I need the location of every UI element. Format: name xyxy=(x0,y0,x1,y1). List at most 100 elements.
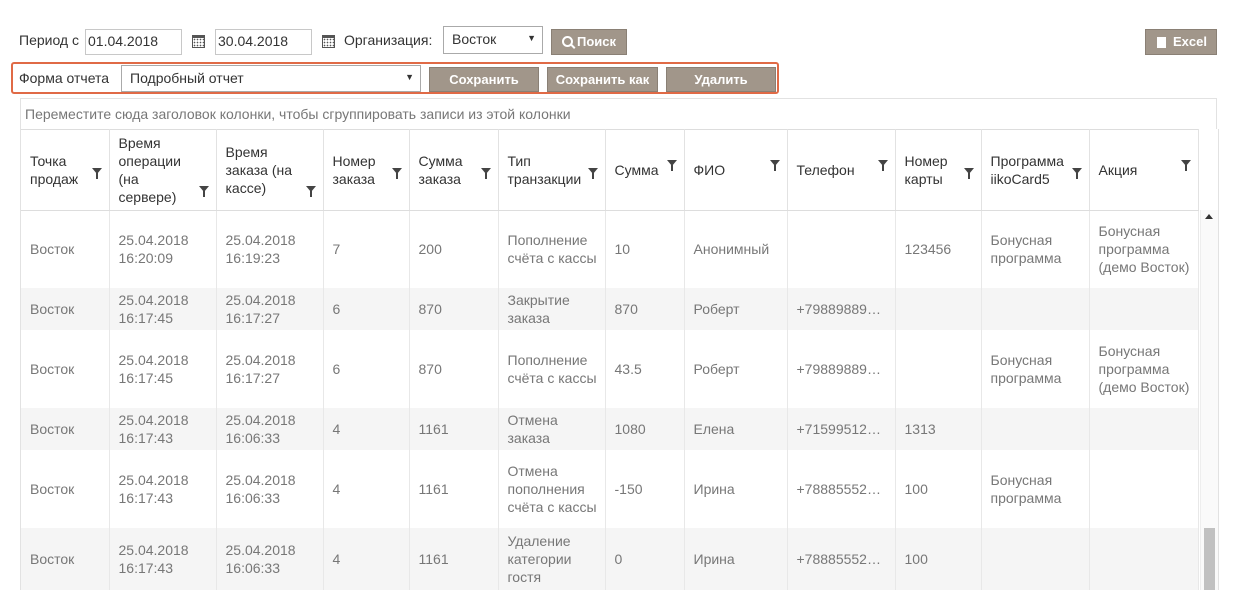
organization-label: Организация: xyxy=(344,32,433,48)
table-cell xyxy=(981,527,1090,590)
column-header[interactable]: Тип транзакции xyxy=(498,129,606,211)
table-cell xyxy=(895,287,982,330)
table-cell: 25.04.2018 16:17:27 xyxy=(216,287,324,330)
table-cell: +78885552… xyxy=(787,527,896,590)
filter-icon[interactable] xyxy=(391,168,402,179)
column-header[interactable]: Программа iikoCard5 xyxy=(981,129,1090,211)
filter-icon[interactable] xyxy=(666,160,677,171)
table-row[interactable]: Восток 25.04.2018 16:17:43 25.04.2018 16… xyxy=(21,407,1199,450)
header-row: Точка продаж Время операции (на сервере)… xyxy=(21,129,1199,211)
table-cell xyxy=(895,329,982,408)
table-cell: 1161 xyxy=(409,527,499,590)
table-cell: Удаление категории гостя xyxy=(498,527,606,590)
table-cell xyxy=(981,407,1090,450)
column-header[interactable]: Сумма xyxy=(605,129,685,211)
column-header[interactable]: Точка продаж xyxy=(21,129,110,211)
scroll-thumb[interactable] xyxy=(1204,528,1215,590)
table-cell: Восток xyxy=(21,407,110,450)
date-from-input[interactable]: 01.04.2018 xyxy=(85,29,182,55)
table-cell: Восток xyxy=(21,449,110,528)
search-icon xyxy=(561,36,573,47)
table-cell: 6 xyxy=(323,329,410,408)
table-cell: 7 xyxy=(323,210,410,288)
column-header[interactable]: Телефон xyxy=(787,129,896,211)
filter-icon[interactable] xyxy=(877,160,888,171)
filter-icon[interactable] xyxy=(769,160,780,171)
group-drop-area[interactable]: Переместите сюда заголовок колонки, чтоб… xyxy=(20,98,1217,129)
column-header[interactable]: Номер карты xyxy=(895,129,982,211)
excel-button[interactable]: Excel xyxy=(1145,29,1217,55)
column-header[interactable]: Номер заказа xyxy=(323,129,410,211)
table-row[interactable]: Восток 25.04.2018 16:17:43 25.04.2018 16… xyxy=(21,449,1199,528)
table-cell: 6 xyxy=(323,287,410,330)
table-cell: 870 xyxy=(605,287,685,330)
table-cell: Бонусная программа (демо Восток) xyxy=(1089,329,1199,408)
table-row[interactable]: Восток 25.04.2018 16:17:45 25.04.2018 16… xyxy=(21,329,1199,408)
table-cell: 1161 xyxy=(409,407,499,450)
filter-icon[interactable] xyxy=(963,168,974,179)
table-cell: 100 xyxy=(895,449,982,528)
table-cell: +79889889… xyxy=(787,287,896,330)
table-cell xyxy=(1089,287,1199,330)
table-cell: Восток xyxy=(21,329,110,408)
table-cell: 25.04.2018 16:17:43 xyxy=(109,407,217,450)
table-cell: +78885552… xyxy=(787,449,896,528)
table-cell: Закрытие заказа xyxy=(498,287,606,330)
table-cell: Восток xyxy=(21,210,110,288)
organization-select[interactable]: Восток ▼ xyxy=(443,26,543,54)
filter-icon[interactable] xyxy=(480,168,491,179)
report-form-label: Форма отчета xyxy=(19,70,110,86)
table-cell: Бонусная программа xyxy=(981,329,1090,408)
column-header[interactable]: Сумма заказа xyxy=(409,129,499,211)
report-form-select[interactable]: Подробный отчет ▼ xyxy=(121,65,421,92)
table-cell: 25.04.2018 16:17:27 xyxy=(216,329,324,408)
table-cell: -150 xyxy=(605,449,685,528)
column-header[interactable]: Время операции (на сервере) xyxy=(109,129,217,211)
table-cell: Восток xyxy=(21,527,110,590)
table-row[interactable]: Восток 25.04.2018 16:20:09 25.04.2018 16… xyxy=(21,210,1199,288)
table-cell: Отмена пополнения счёта с кассы xyxy=(498,449,606,528)
column-header[interactable]: ФИО xyxy=(684,129,788,211)
table-cell xyxy=(1089,449,1199,528)
save-as-button[interactable]: Сохранить как xyxy=(547,67,658,92)
table-cell: Бонусная программа (демо Восток) xyxy=(1089,210,1199,288)
scroll-up-arrow-icon[interactable] xyxy=(1205,214,1213,219)
table-row[interactable]: Восток 25.04.2018 16:17:45 25.04.2018 16… xyxy=(21,287,1199,330)
filter-icon[interactable] xyxy=(1180,160,1191,171)
calendar-icon[interactable] xyxy=(192,35,205,48)
table-cell: Ирина xyxy=(684,449,788,528)
table-cell: Восток xyxy=(21,287,110,330)
column-header[interactable]: Время заказа (на кассе) xyxy=(216,129,324,211)
period-label: Период с xyxy=(19,32,79,48)
table-cell: 25.04.2018 16:19:23 xyxy=(216,210,324,288)
table-cell xyxy=(787,210,896,288)
table-cell: Анонимный xyxy=(684,210,788,288)
save-button[interactable]: Сохранить xyxy=(429,67,539,92)
vertical-scrollbar[interactable] xyxy=(1200,210,1218,590)
delete-button[interactable]: Удалить xyxy=(666,67,776,92)
table-cell: Ирина xyxy=(684,527,788,590)
filter-icon[interactable] xyxy=(587,168,598,179)
calendar-icon[interactable] xyxy=(322,35,335,48)
dropdown-arrow-icon: ▼ xyxy=(527,33,536,43)
organization-value: Восток xyxy=(452,31,497,47)
table-cell: 200 xyxy=(409,210,499,288)
table-cell: 123456 xyxy=(895,210,982,288)
table-cell: Бонусная программа xyxy=(981,449,1090,528)
table-row[interactable]: Восток 25.04.2018 16:17:43 25.04.2018 16… xyxy=(21,527,1199,590)
table-cell: 4 xyxy=(323,527,410,590)
filter-icon[interactable] xyxy=(1071,168,1082,179)
column-header[interactable]: Акция xyxy=(1089,129,1199,211)
filter-icon[interactable] xyxy=(91,168,102,179)
table-cell: 25.04.2018 16:06:33 xyxy=(216,527,324,590)
filter-icon[interactable] xyxy=(305,186,316,197)
table-cell: Отмена заказа xyxy=(498,407,606,450)
table-cell: Пополнение счёта с кассы xyxy=(498,210,606,288)
table-cell: 1161 xyxy=(409,449,499,528)
table-cell: +79889889… xyxy=(787,329,896,408)
table-cell: +71599512… xyxy=(787,407,896,450)
search-button[interactable]: Поиск xyxy=(551,29,627,55)
filter-icon[interactable] xyxy=(198,186,209,197)
date-to-input[interactable]: 30.04.2018 xyxy=(215,29,312,55)
data-grid: Точка продаж Время операции (на сервере)… xyxy=(20,129,1219,590)
